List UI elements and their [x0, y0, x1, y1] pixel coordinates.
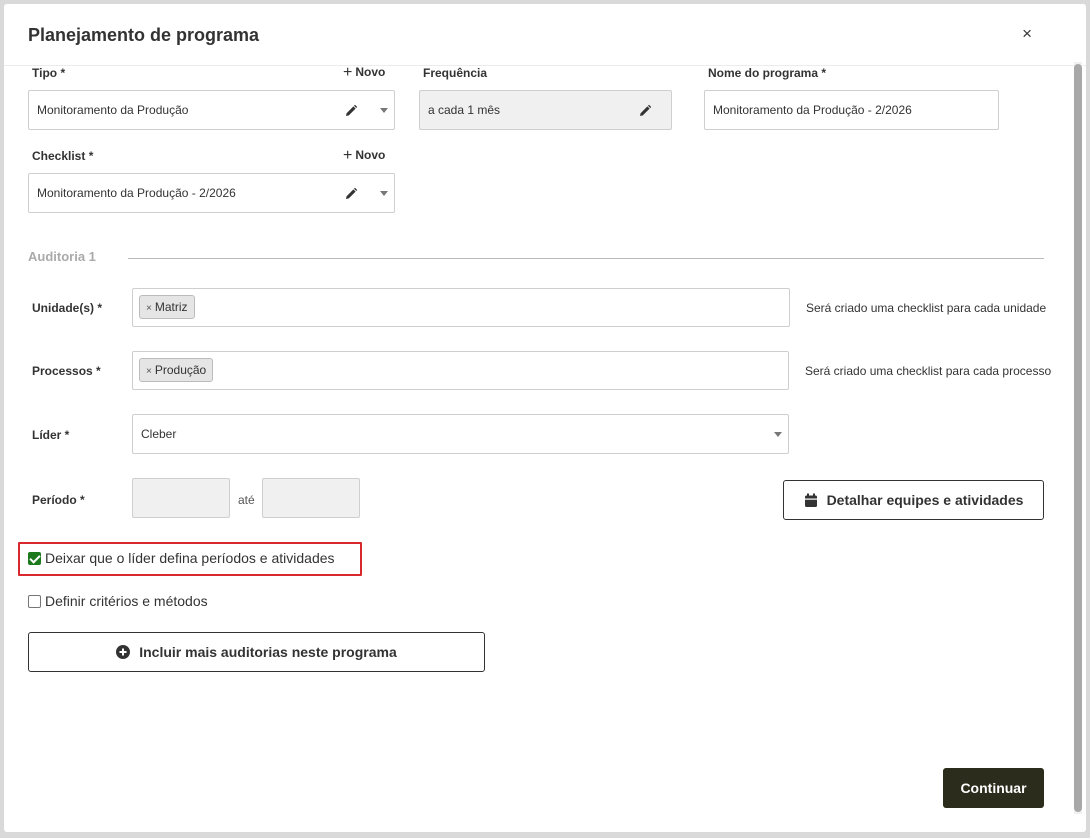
- checklist-value: Monitoramento da Produção - 2/2026: [37, 186, 236, 200]
- frequencia-value: a cada 1 mês: [428, 103, 501, 117]
- frequencia-label: Frequência: [423, 66, 488, 80]
- plus-icon: +: [343, 64, 353, 81]
- tag-label: Produção: [154, 363, 207, 377]
- pencil-icon[interactable]: [344, 187, 358, 201]
- tipo-new-label: Novo: [355, 65, 386, 79]
- tipo-label: Tipo *: [32, 66, 66, 80]
- nome-programa-value: Monitoramento da Produção - 2/2026: [713, 103, 912, 117]
- calendar-icon: [804, 493, 817, 507]
- program-planning-modal: Planejamento de programa × Tipo * + Novo …: [4, 4, 1086, 832]
- close-button[interactable]: ×: [1022, 24, 1032, 44]
- unidades-multiselect[interactable]: × Matriz: [132, 288, 790, 327]
- chevron-down-icon: [380, 108, 388, 113]
- periodo-label: Período *: [32, 493, 85, 507]
- tag-producao: × Produção: [139, 358, 214, 382]
- checklist-new-label: Novo: [355, 148, 386, 162]
- checklist-label: Checklist *: [32, 149, 94, 163]
- audit-section-title: Auditoria 1: [28, 249, 96, 264]
- criteria-label[interactable]: Definir critérios e métodos: [45, 593, 208, 609]
- chevron-down-icon: [774, 432, 782, 437]
- leader-defines-checkbox[interactable]: [28, 551, 41, 565]
- lider-select[interactable]: Cleber: [132, 414, 789, 454]
- nome-programa-input[interactable]: Monitoramento da Produção - 2/2026: [704, 90, 999, 130]
- tag-label: Matriz: [154, 300, 188, 314]
- criteria-checkbox-row[interactable]: Definir critérios e métodos: [28, 593, 208, 609]
- checklist-new-button[interactable]: + Novo: [343, 147, 385, 165]
- tipo-select[interactable]: Monitoramento da Produção: [28, 90, 395, 130]
- tag-remove-icon[interactable]: ×: [146, 303, 152, 314]
- processos-multiselect[interactable]: × Produção: [132, 351, 789, 390]
- detail-teams-label: Detalhar equipes e atividades: [826, 492, 1024, 508]
- tag-matriz: × Matriz: [139, 295, 195, 319]
- leader-defines-label[interactable]: Deixar que o líder defina períodos e ati…: [45, 550, 335, 566]
- add-audit-label: Incluir mais auditorias neste programa: [139, 644, 397, 660]
- processos-hint: Será criado uma checklist para cada proc…: [805, 364, 1052, 378]
- lider-value: Cleber: [141, 427, 177, 441]
- scrollbar[interactable]: [1074, 62, 1082, 814]
- plus-circle-icon: [116, 645, 131, 659]
- pencil-icon[interactable]: [344, 104, 358, 118]
- chevron-down-icon: [380, 191, 388, 196]
- continue-button[interactable]: Continuar: [943, 768, 1044, 808]
- unidades-label: Unidade(s) *: [32, 301, 103, 315]
- unidades-hint: Será criado uma checklist para cada unid…: [806, 301, 1047, 315]
- processos-label: Processos *: [32, 364, 101, 378]
- lider-label: Líder *: [32, 428, 70, 442]
- criteria-checkbox[interactable]: [28, 594, 41, 608]
- pencil-icon[interactable]: [638, 104, 652, 118]
- periodo-separator: até: [238, 493, 255, 507]
- tipo-value: Monitoramento da Produção: [37, 103, 189, 117]
- modal-title: Planejamento de programa: [28, 25, 260, 45]
- periodo-end-input[interactable]: [262, 478, 360, 518]
- detail-teams-button[interactable]: Detalhar equipes e atividades: [783, 480, 1044, 520]
- scrollbar-thumb[interactable]: [1074, 64, 1082, 812]
- plus-icon: +: [343, 147, 353, 164]
- frequencia-field[interactable]: a cada 1 mês: [419, 90, 672, 130]
- tag-remove-icon[interactable]: ×: [146, 366, 152, 377]
- checklist-select[interactable]: Monitoramento da Produção - 2/2026: [28, 173, 395, 213]
- leader-defines-checkbox-row[interactable]: Deixar que o líder defina períodos e ati…: [28, 550, 335, 566]
- periodo-start-input[interactable]: [132, 478, 230, 518]
- section-divider: [128, 258, 1044, 259]
- nome-programa-label: Nome do programa *: [708, 66, 827, 80]
- tipo-new-button[interactable]: + Novo: [343, 64, 385, 82]
- modal-header: Planejamento de programa ×: [4, 4, 1086, 66]
- add-audit-button[interactable]: Incluir mais auditorias neste programa: [28, 632, 485, 672]
